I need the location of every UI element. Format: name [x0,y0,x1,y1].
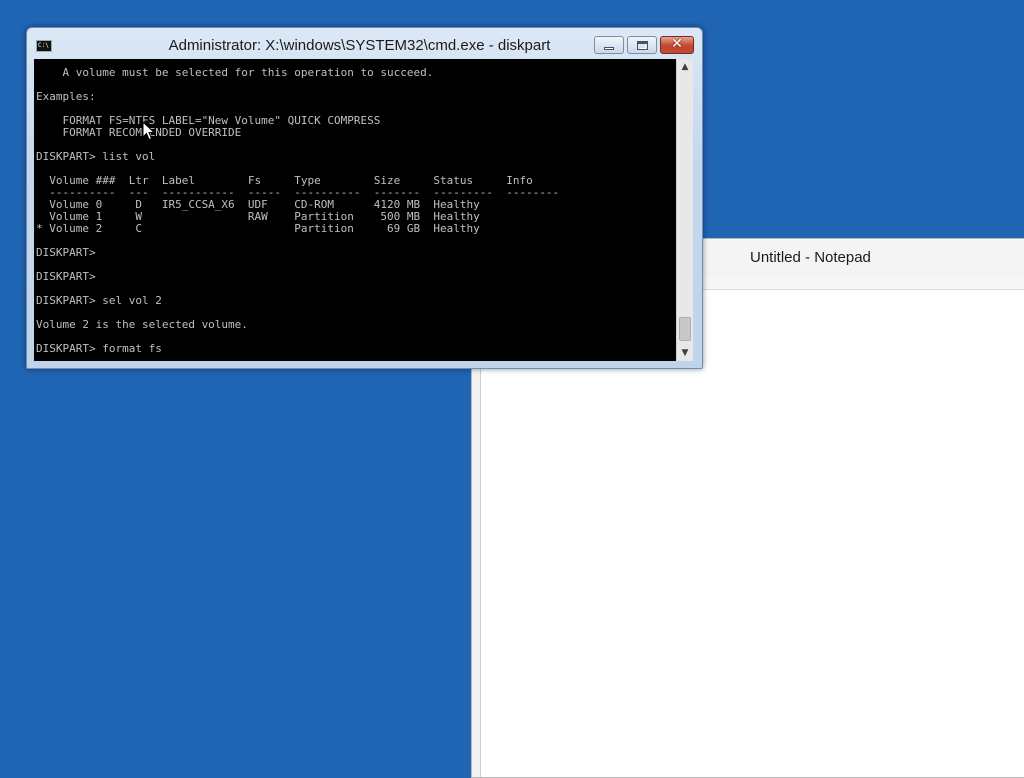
maximize-button[interactable] [627,36,657,54]
console-line: * Volume 2 C Partition 69 GB Healthy [36,222,480,235]
cmd-window[interactable]: C:\ Administrator: X:\windows\SYSTEM32\c… [26,27,703,369]
minimize-icon [604,47,614,50]
notepad-title: Untitled - Notepad [750,249,871,266]
console-line: DISKPART> sel vol 2 [36,294,162,307]
console-line: DISKPART> [36,246,96,259]
mouse-pointer-icon [142,121,156,141]
console-line: FORMAT RECOMMENDED OVERRIDE [36,126,242,139]
console-line: Examples: [36,90,96,103]
scroll-thumb[interactable] [679,317,691,341]
console-line: Volume 2 is the selected volume. [36,318,248,331]
close-icon: ✕ [671,36,683,52]
maximize-icon [637,41,648,50]
scroll-up-icon[interactable]: ▲ [677,59,693,75]
scroll-down-icon[interactable]: ▼ [677,345,693,361]
minimize-button[interactable] [594,36,624,54]
console-line: DISKPART> [36,270,96,283]
console-text: A volume must be selected for this opera… [36,67,559,355]
console-line: A volume must be selected for this opera… [36,66,434,79]
close-button[interactable]: ✕ [660,36,694,54]
vertical-scrollbar[interactable]: ▲ ▼ [676,59,693,361]
console-line: DISKPART> list vol [36,150,156,163]
console-output[interactable]: A volume must be selected for this opera… [34,59,676,361]
console-input-line[interactable]: DISKPART> format fs [36,343,559,355]
